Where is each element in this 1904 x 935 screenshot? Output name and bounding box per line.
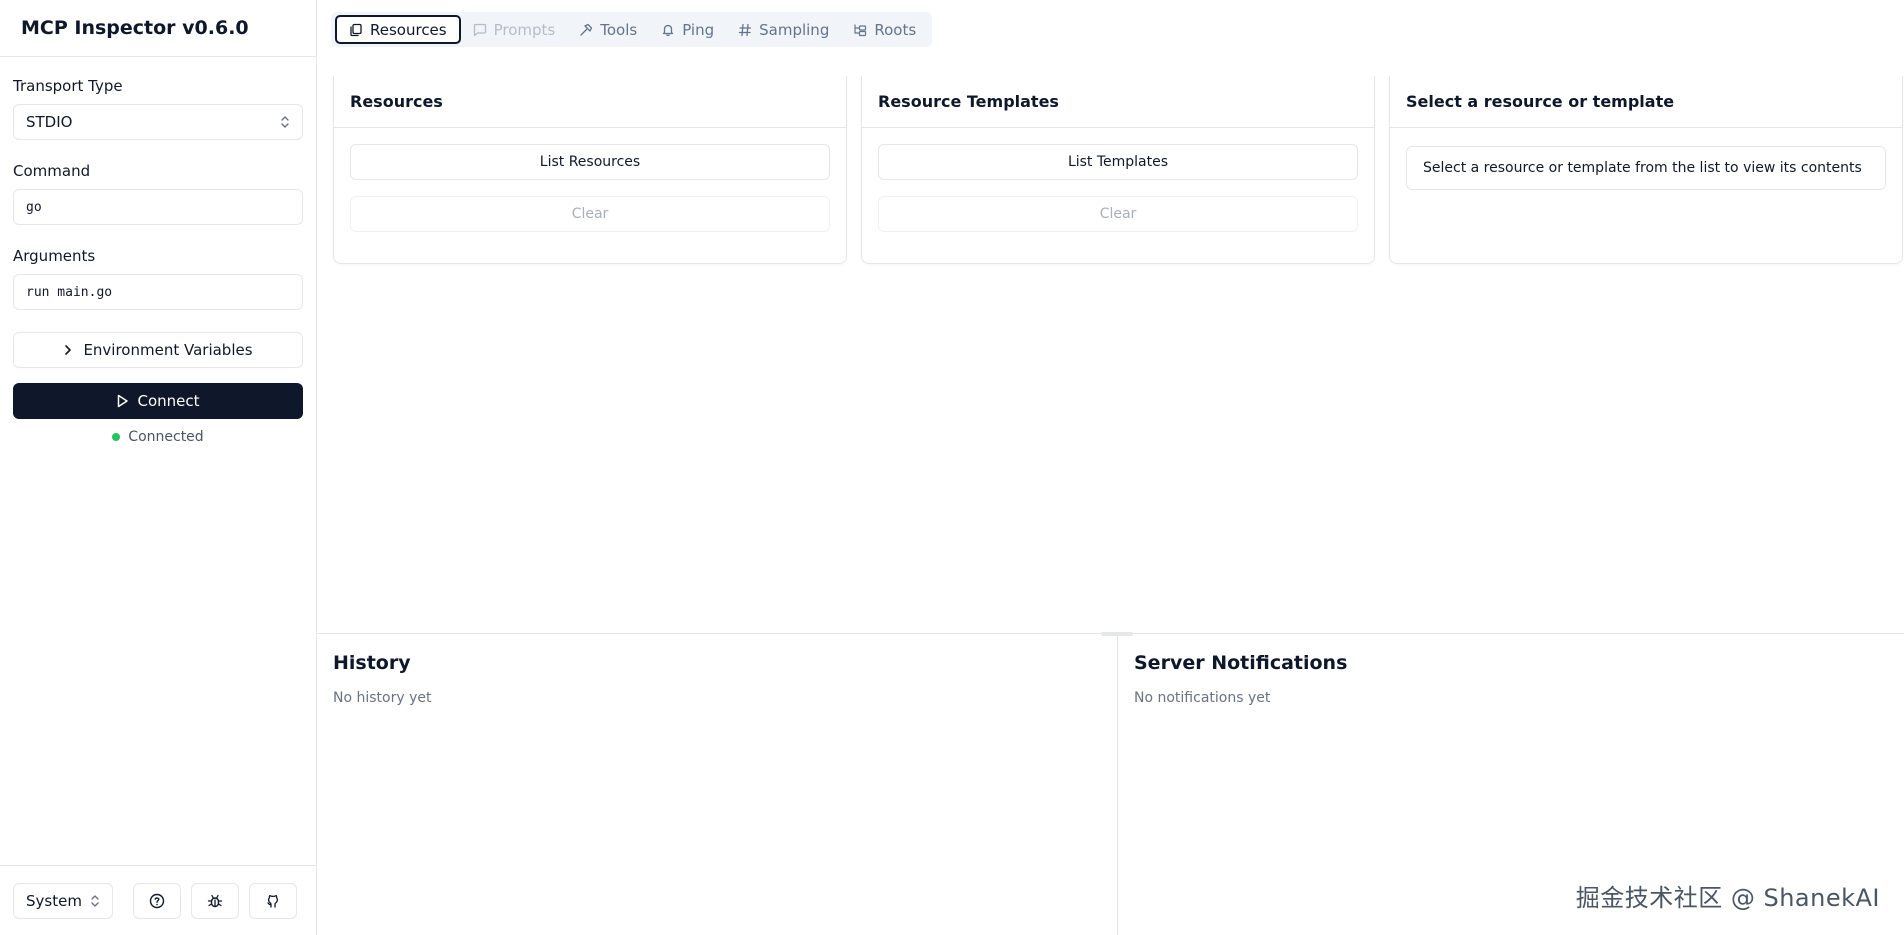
clear-resources-button[interactable]: Clear <box>350 196 830 232</box>
tab-label: Resources <box>370 20 447 39</box>
github-icon <box>265 893 281 909</box>
history-title: History <box>333 652 411 674</box>
sidebar-header: MCP Inspector v0.6.0 <box>0 0 316 57</box>
resource-detail-card: Select a resource or template Select a r… <box>1389 76 1903 264</box>
card-title: Resource Templates <box>862 76 1374 128</box>
tab-resources[interactable]: Resources <box>335 15 461 44</box>
files-icon <box>349 23 363 37</box>
folder-tree-icon <box>853 23 867 37</box>
tab-roots[interactable]: Roots <box>841 15 928 44</box>
tab-label: Ping <box>682 20 715 39</box>
history-empty-text: No history yet <box>333 690 432 706</box>
tab-label: Sampling <box>759 20 830 39</box>
tab-label: Prompts <box>493 20 556 39</box>
main-content: Resources Prompts Tools Ping Sampling Ro… <box>317 0 1904 935</box>
selection-placeholder: Select a resource or template from the l… <box>1406 146 1886 190</box>
bug-icon <box>207 893 223 909</box>
status-dot <box>112 433 121 441</box>
connection-form: Transport Type STDIO Command Arguments E… <box>0 57 316 445</box>
clear-templates-button[interactable]: Clear <box>878 196 1358 232</box>
notifications-empty-text: No notifications yet <box>1134 690 1271 706</box>
command-label: Command <box>13 162 91 180</box>
chevron-up-down-icon <box>280 115 290 129</box>
chevron-up-down-icon <box>90 894 100 908</box>
transport-type-value: STDIO <box>26 113 73 131</box>
notifications-title: Server Notifications <box>1134 652 1348 674</box>
bell-icon <box>661 23 675 37</box>
help-circle-icon <box>149 893 165 909</box>
watermark: 掘金技术社区 @ ShanekAI <box>1575 884 1880 912</box>
github-button[interactable] <box>249 882 297 919</box>
help-button[interactable] <box>133 882 181 919</box>
list-resources-button[interactable]: List Resources <box>350 144 830 180</box>
card-title: Resources <box>334 76 846 128</box>
card-title: Select a resource or template <box>1390 76 1902 128</box>
resize-handle[interactable] <box>1101 632 1133 636</box>
list-templates-button[interactable]: List Templates <box>878 144 1358 180</box>
resources-panel: Resources List Resources Clear Resource … <box>333 76 1903 264</box>
message-square-icon <box>473 23 487 37</box>
environment-variables-button[interactable]: Environment Variables <box>13 332 303 368</box>
resource-templates-card: Resource Templates List Templates Clear <box>861 76 1375 264</box>
debug-button[interactable] <box>191 882 239 919</box>
theme-select[interactable]: System <box>13 882 113 919</box>
hash-icon <box>738 23 752 37</box>
history-pane: History No history yet <box>317 634 1117 935</box>
theme-value: System <box>26 891 82 910</box>
app-title: MCP Inspector v0.6.0 <box>21 17 249 39</box>
connect-button[interactable]: Connect <box>13 383 303 419</box>
tab-label: Roots <box>874 20 917 39</box>
tab-ping[interactable]: Ping <box>649 15 726 44</box>
status-text: Connected <box>128 429 204 445</box>
transport-type-label: Transport Type <box>13 77 123 95</box>
tab-bar: Resources Prompts Tools Ping Sampling Ro… <box>331 12 933 47</box>
tab-prompts[interactable]: Prompts <box>461 15 568 44</box>
arguments-input[interactable] <box>13 274 303 310</box>
connection-status: Connected <box>13 429 303 445</box>
arguments-label: Arguments <box>13 247 96 265</box>
play-icon <box>116 394 129 408</box>
connect-label: Connect <box>137 392 200 410</box>
command-input[interactable] <box>13 189 303 225</box>
sidebar-footer: System <box>0 865 316 935</box>
tab-label: Tools <box>600 20 638 39</box>
sidebar: MCP Inspector v0.6.0 Transport Type STDI… <box>0 0 317 935</box>
chevron-right-icon <box>63 344 73 356</box>
tab-sampling[interactable]: Sampling <box>726 15 841 44</box>
environment-variables-label: Environment Variables <box>83 341 253 359</box>
tab-tools[interactable]: Tools <box>567 15 649 44</box>
transport-type-select[interactable]: STDIO <box>13 104 303 140</box>
hammer-icon <box>579 23 593 37</box>
resources-card: Resources List Resources Clear <box>333 76 847 264</box>
